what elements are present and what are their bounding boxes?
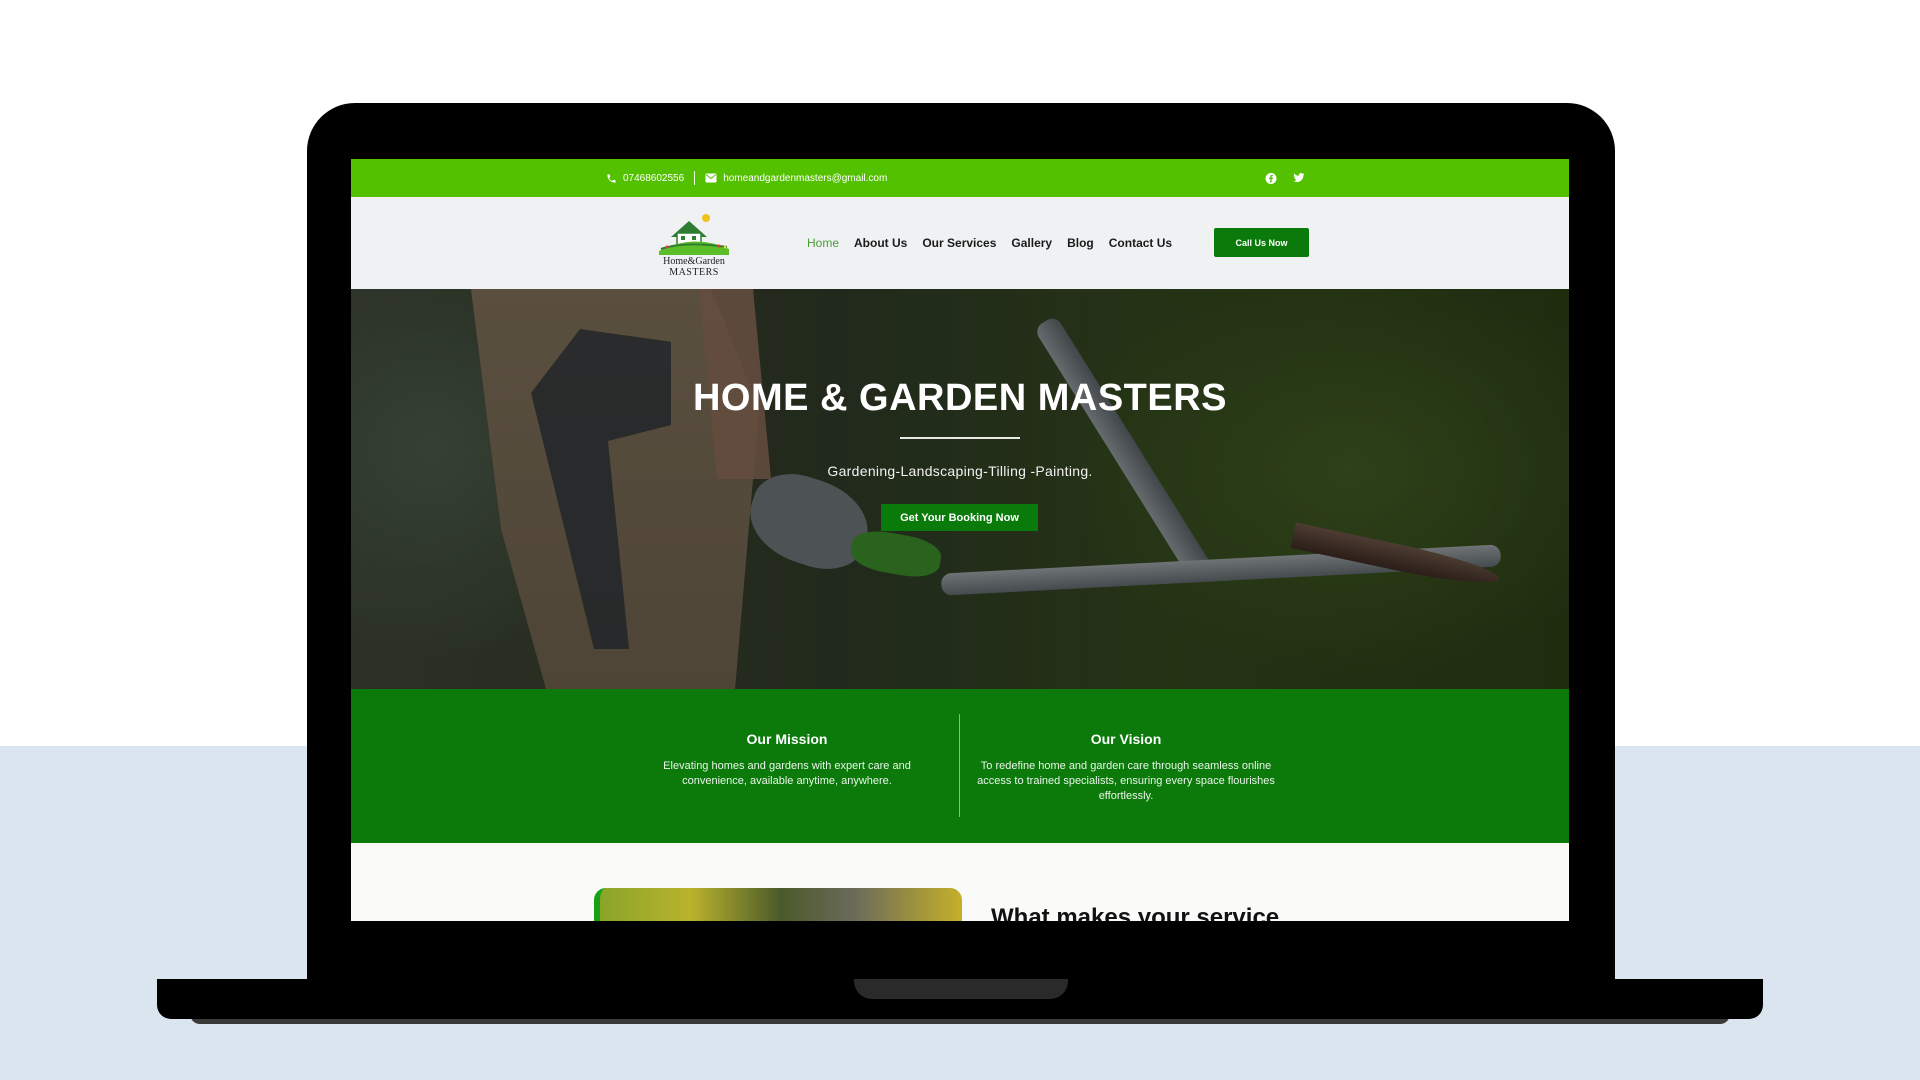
service-photo xyxy=(594,888,962,921)
booking-button[interactable]: Get Your Booking Now xyxy=(881,504,1038,531)
next-section-peek: What makes your service xyxy=(351,845,1569,921)
nav-blog[interactable]: Blog xyxy=(1067,236,1094,250)
logo-text-line1: Home&Garden xyxy=(663,256,725,267)
next-section-heading: What makes your service xyxy=(991,904,1280,921)
laptop-notch xyxy=(854,979,1068,999)
laptop-screen: 07468602556 homeandgardenmasters@gmail.c… xyxy=(351,159,1569,921)
contact-separator xyxy=(694,171,696,185)
call-us-now-button[interactable]: Call Us Now xyxy=(1214,228,1309,257)
contact-bar: 07468602556 homeandgardenmasters@gmail.c… xyxy=(351,159,1569,197)
social-links xyxy=(1265,159,1305,197)
site-header: Home&Garden MASTERS Home About Us Our Se… xyxy=(351,197,1569,289)
logo-text-line2: MASTERS xyxy=(669,267,719,278)
main-nav: Home About Us Our Services Gallery Blog … xyxy=(807,197,1172,289)
nav-gallery[interactable]: Gallery xyxy=(1011,236,1052,250)
hero-subtitle: Gardening-Landscaping-Tilling -Painting. xyxy=(827,463,1093,479)
phone-link[interactable]: 07468602556 xyxy=(623,173,684,184)
contact-info: 07468602556 homeandgardenmasters@gmail.c… xyxy=(605,159,887,197)
section-divider xyxy=(959,714,960,817)
nav-about-us[interactable]: About Us xyxy=(854,236,907,250)
vision-title: Our Vision xyxy=(1090,731,1162,747)
mission-text: Elevating homes and gardens with expert … xyxy=(663,760,911,787)
email-link[interactable]: homeandgardenmasters@gmail.com xyxy=(723,173,887,184)
house-garden-logo-icon xyxy=(659,214,729,255)
envelope-icon xyxy=(705,172,717,184)
hero-title: HOME & GARDEN MASTERS xyxy=(692,377,1228,419)
mission-block: Our Mission Elevating homes and gardens … xyxy=(647,731,927,789)
hero-section: HOME & GARDEN MASTERS Gardening-Landscap… xyxy=(351,289,1569,689)
nav-home[interactable]: Home xyxy=(807,236,839,250)
vision-text: To redefine home and garden care through… xyxy=(977,760,1275,802)
facebook-icon[interactable] xyxy=(1265,172,1277,184)
nav-contact-us[interactable]: Contact Us xyxy=(1109,236,1172,250)
vision-block: Our Vision To redefine home and garden c… xyxy=(971,731,1281,804)
site-logo[interactable]: Home&Garden MASTERS xyxy=(655,211,733,278)
mission-vision-section: Our Mission Elevating homes and gardens … xyxy=(351,689,1569,843)
mission-title: Our Mission xyxy=(746,731,828,747)
hero-divider xyxy=(900,437,1020,439)
twitter-icon[interactable] xyxy=(1293,172,1305,184)
phone-icon xyxy=(605,172,617,184)
hero-overlay xyxy=(351,289,1569,689)
nav-our-services[interactable]: Our Services xyxy=(922,236,996,250)
